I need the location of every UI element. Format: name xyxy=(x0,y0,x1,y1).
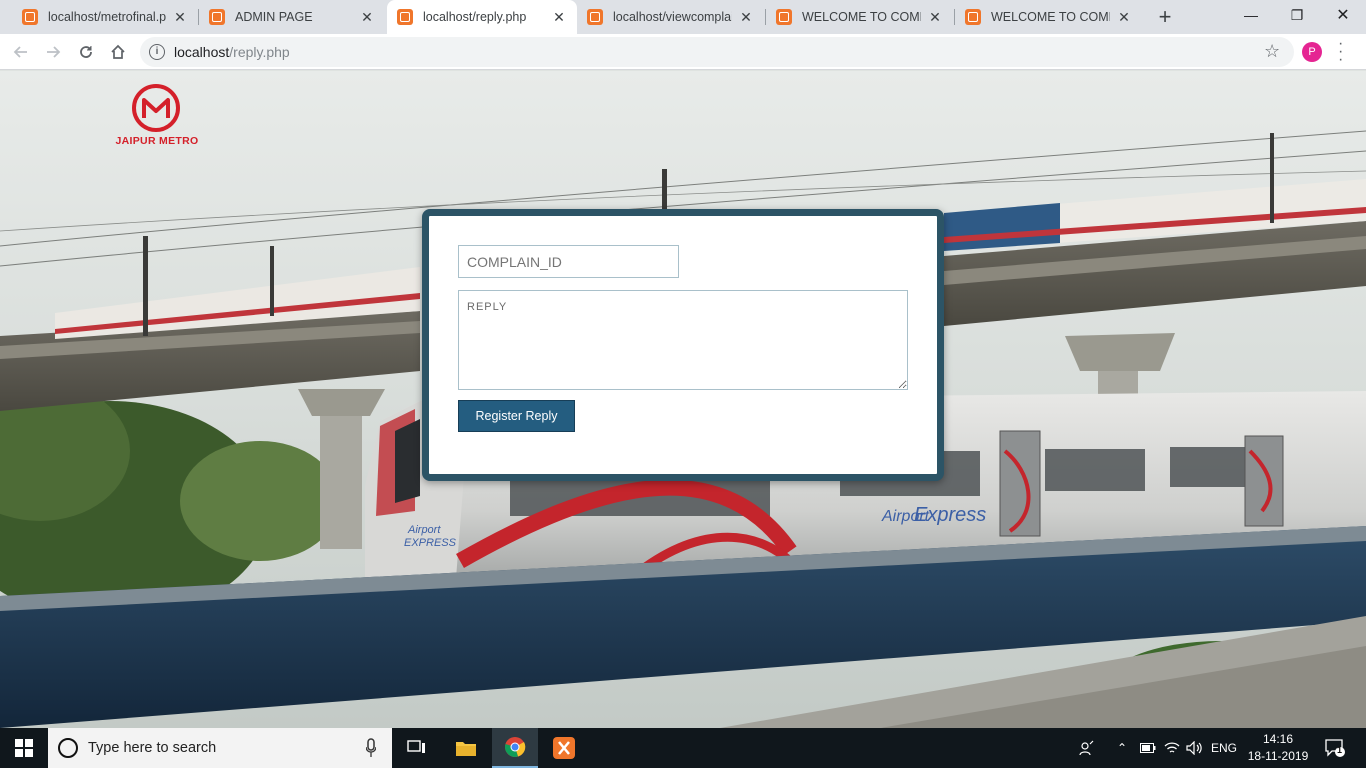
tab-viewcomplaint[interactable]: localhost/viewcomplaint ✕ xyxy=(577,0,764,34)
tab-title: localhost/reply.php xyxy=(423,10,527,24)
profile-avatar[interactable]: P xyxy=(1302,42,1322,62)
close-window-button[interactable]: ✕ xyxy=(1320,0,1366,30)
jaipur-metro-logo: JAIPUR METRO xyxy=(112,83,202,153)
tab-title: localhost/viewcomplaint xyxy=(613,10,732,24)
chrome-button[interactable] xyxy=(492,728,538,768)
xampp-button[interactable] xyxy=(541,728,587,768)
task-view-icon xyxy=(407,740,425,753)
xampp-icon xyxy=(553,737,575,759)
xampp-favicon-icon xyxy=(209,9,225,25)
address-url[interactable]: localhost/reply.php xyxy=(174,44,290,60)
file-explorer-button[interactable] xyxy=(443,728,489,768)
clock-time: 14:16 xyxy=(1262,732,1294,746)
tab-reply[interactable]: localhost/reply.php ✕ xyxy=(387,0,577,34)
close-icon[interactable]: ✕ xyxy=(927,9,943,26)
home-button[interactable] xyxy=(105,39,131,65)
complain-id-input[interactable] xyxy=(458,245,679,278)
cortana-icon xyxy=(58,738,78,758)
forward-arrow-icon xyxy=(47,46,61,58)
reload-button[interactable] xyxy=(73,39,99,65)
speaker-glyph-icon xyxy=(1186,741,1202,755)
microphone-icon[interactable] xyxy=(366,738,376,758)
address-bar[interactable]: i localhost/reply.php ☆ xyxy=(140,37,1294,67)
search-placeholder: Type here to search xyxy=(88,740,217,756)
svg-text:Airport: Airport xyxy=(407,524,441,536)
task-view-button[interactable] xyxy=(394,728,440,768)
restore-button[interactable]: ❐ xyxy=(1274,0,1320,30)
windows-taskbar: Type here to search ⌃ ENG 14:16 18-11-20… xyxy=(0,728,1366,768)
new-tab-button[interactable]: + xyxy=(1152,4,1178,30)
people-icon[interactable] xyxy=(1076,728,1098,768)
close-icon[interactable]: ✕ xyxy=(738,9,754,26)
metro-logo-icon xyxy=(132,84,180,132)
wifi-glyph-icon xyxy=(1164,742,1180,753)
language-indicator[interactable]: ENG xyxy=(1208,728,1240,768)
windows-logo-icon xyxy=(15,739,33,757)
tab-title: ADMIN PAGE xyxy=(235,10,313,24)
xampp-favicon-icon xyxy=(587,9,603,25)
close-icon[interactable]: ✕ xyxy=(359,9,375,26)
browser-menu-icon[interactable]: · · · xyxy=(1338,36,1343,68)
battery-glyph-icon xyxy=(1140,743,1156,753)
wifi-icon[interactable] xyxy=(1162,728,1182,768)
start-button[interactable] xyxy=(0,728,48,768)
home-icon xyxy=(111,44,125,59)
chrome-icon xyxy=(505,737,526,757)
url-host: localhost xyxy=(174,44,230,60)
svg-text:Express: Express xyxy=(914,504,986,526)
tab-admin-page[interactable]: ADMIN PAGE ✕ xyxy=(199,0,385,34)
bookmark-star-icon[interactable]: ☆ xyxy=(1264,41,1280,62)
browser-toolbar: i localhost/reply.php ☆ P · · · xyxy=(0,34,1366,70)
folder-icon xyxy=(456,742,476,756)
reload-icon xyxy=(80,46,92,58)
svg-text:EXPRESS: EXPRESS xyxy=(404,537,457,549)
tab-metrofinal[interactable]: localhost/metrofinal.php ✕ xyxy=(12,0,198,34)
tab-title: WELCOME TO COMPLAINT xyxy=(802,10,921,24)
notification-icon xyxy=(1325,739,1345,757)
show-hidden-icons-chevron-icon[interactable]: ⌃ xyxy=(1113,728,1131,768)
page-viewport: Airport Express Airport EXPRESS JAIPUR M… xyxy=(0,71,1366,728)
clock-date: 18-11-2019 xyxy=(1247,749,1309,763)
action-center-button[interactable]: 1 xyxy=(1320,728,1350,768)
tab-title: localhost/metrofinal.php xyxy=(48,10,166,24)
tab-welcome-2[interactable]: WELCOME TO COMPLAINT ✕ xyxy=(955,0,1142,34)
url-path: /reply.php xyxy=(229,44,290,60)
tab-title: WELCOME TO COMPLAINT xyxy=(991,10,1110,24)
xampp-favicon-icon xyxy=(397,9,413,25)
logo-text: JAIPUR METRO xyxy=(115,135,199,147)
reply-form-card: Register Reply xyxy=(422,209,944,481)
xampp-favicon-icon xyxy=(22,9,38,25)
info-icon[interactable]: i xyxy=(149,44,165,60)
battery-icon[interactable] xyxy=(1138,728,1158,768)
minimize-button[interactable]: — xyxy=(1228,0,1274,30)
xampp-favicon-icon xyxy=(776,9,792,25)
tab-welcome-1[interactable]: WELCOME TO COMPLAINT ✕ xyxy=(766,0,953,34)
clock[interactable]: 14:16 18-11-2019 xyxy=(1242,731,1314,765)
close-icon[interactable]: ✕ xyxy=(172,9,188,26)
xampp-favicon-icon xyxy=(965,9,981,25)
reply-textarea[interactable] xyxy=(458,290,908,390)
close-icon[interactable]: ✕ xyxy=(551,9,567,26)
volume-icon[interactable] xyxy=(1185,728,1205,768)
notification-count: 1 xyxy=(1337,745,1343,755)
close-icon[interactable]: ✕ xyxy=(1116,9,1132,26)
back-arrow-icon xyxy=(13,46,27,58)
people-glyph-icon xyxy=(1079,740,1094,756)
forward-button[interactable] xyxy=(40,39,66,65)
register-reply-button[interactable]: Register Reply xyxy=(458,400,575,432)
taskbar-search-box[interactable]: Type here to search xyxy=(48,728,392,768)
back-button[interactable] xyxy=(8,39,34,65)
browser-tab-strip: localhost/metrofinal.php ✕ ADMIN PAGE ✕ … xyxy=(0,0,1366,34)
